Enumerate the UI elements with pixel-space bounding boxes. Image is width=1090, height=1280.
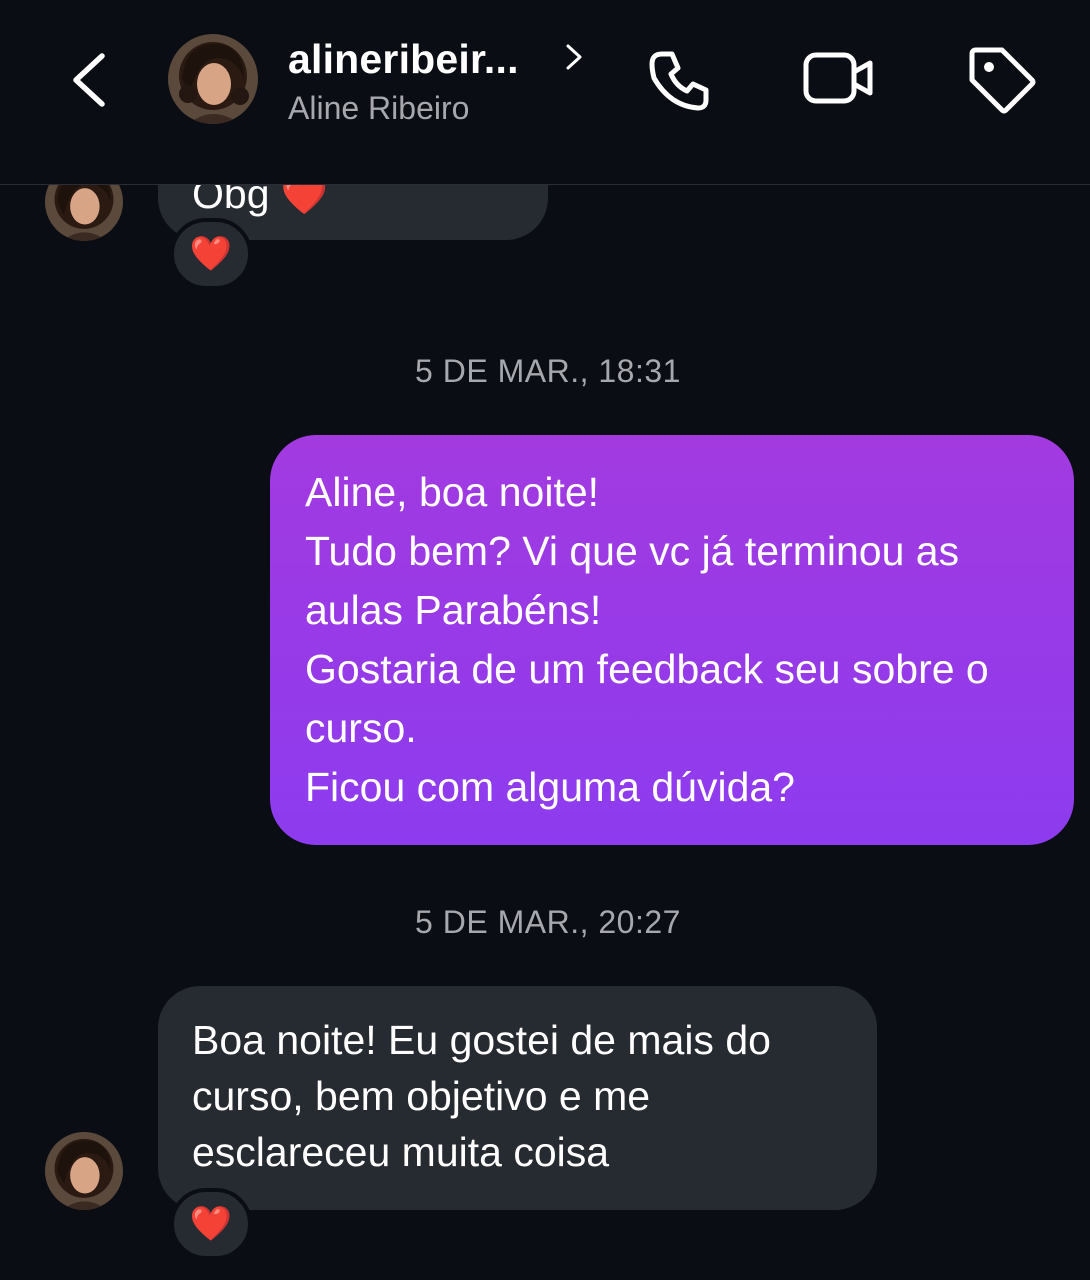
call-button[interactable] xyxy=(640,40,720,120)
message-text: Boa noite! Eu gostei de mais do curso, b… xyxy=(192,1017,771,1175)
profile-photo xyxy=(168,34,258,124)
reaction-badge[interactable]: ❤️ xyxy=(170,218,252,290)
avatar[interactable] xyxy=(45,1132,123,1210)
avatar[interactable] xyxy=(168,34,258,124)
video-camera-icon xyxy=(803,52,873,104)
chevron-right-icon[interactable] xyxy=(562,40,586,74)
tag-button[interactable] xyxy=(962,40,1042,120)
heart-icon: ❤️ xyxy=(189,235,233,273)
timestamp: 5 DE MAR., 20:27 xyxy=(415,904,681,940)
message-line: Tudo bem? Vi que vc já terminou as aulas… xyxy=(305,528,960,633)
message-bubble-incoming[interactable]: Boa noite! Eu gostei de mais do curso, b… xyxy=(158,986,877,1210)
chat-header: alineribeir... Aline Ribeiro xyxy=(0,0,1090,185)
phone-icon xyxy=(649,51,709,111)
reaction-badge[interactable]: ❤️ xyxy=(170,1188,252,1260)
message-bubble-outgoing[interactable]: Aline, boa noite! Tudo bem? Vi que vc já… xyxy=(270,435,1074,845)
full-name[interactable]: Aline Ribeiro xyxy=(288,90,469,127)
message-line: Aline, boa noite! xyxy=(305,469,600,515)
heart-icon: ❤️ xyxy=(189,1205,233,1243)
timestamp: 5 DE MAR., 18:31 xyxy=(415,353,681,389)
message-line: Gostaria de um feedback seu sobre o curs… xyxy=(305,646,989,751)
chevron-left-icon xyxy=(73,53,105,107)
tag-icon xyxy=(969,47,1036,114)
message-line: Ficou com alguma dúvida? xyxy=(305,764,795,810)
username[interactable]: alineribeir... xyxy=(288,36,519,83)
back-button[interactable] xyxy=(62,48,122,112)
video-call-button[interactable] xyxy=(798,40,878,120)
